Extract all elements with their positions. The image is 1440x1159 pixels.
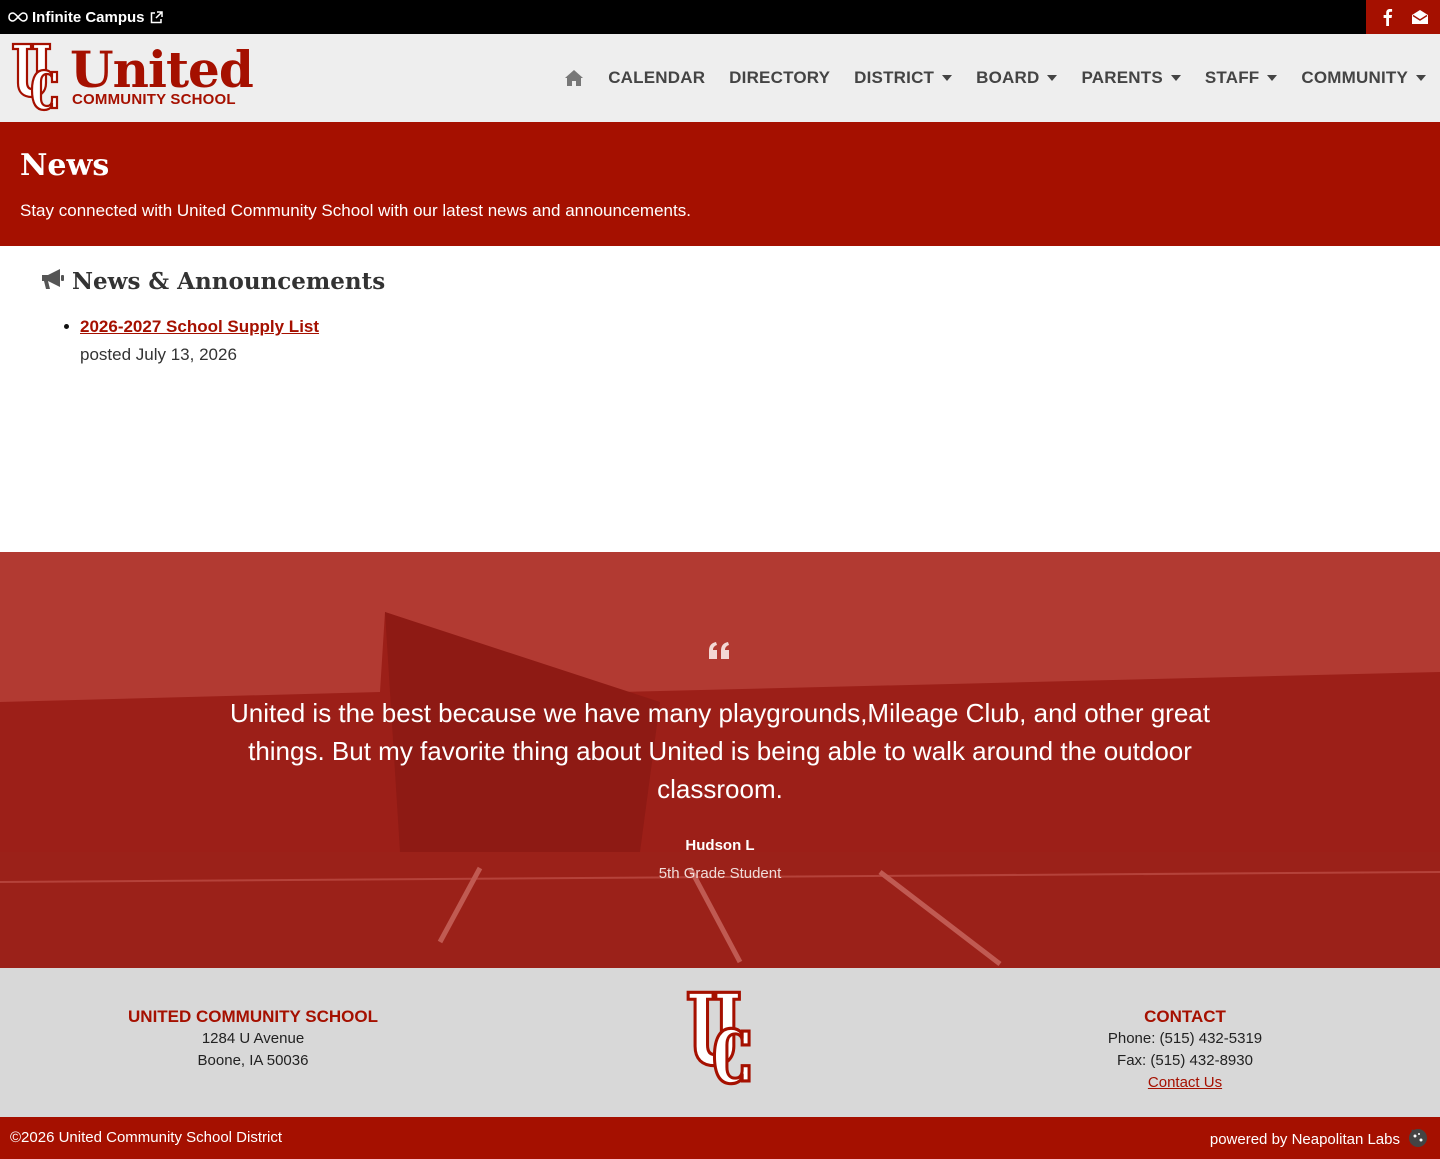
nav-community[interactable]: COMMUNITY	[1301, 68, 1426, 88]
home-icon[interactable]	[564, 69, 584, 87]
news-item-link[interactable]: 2026-2027 School Supply List	[80, 316, 319, 338]
facebook-icon[interactable]	[1376, 6, 1398, 28]
powered-by-link[interactable]: powered by Neapolitan Labs	[1210, 1125, 1430, 1155]
nav-parents-label: PARENTS	[1081, 68, 1163, 87]
nav-staff[interactable]: STAFF	[1205, 68, 1278, 88]
megaphone-icon	[40, 266, 66, 297]
footer-address-line1: 1284 U Avenue	[201, 1030, 305, 1047]
main-nav: CALENDAR DIRECTORY DISTRICT BOARD PARENT…	[564, 34, 1426, 122]
page-subtitle: Stay connected with United Community Sch…	[20, 201, 691, 220]
nav-calendar-label: CALENDAR	[608, 68, 706, 87]
footer-phone: Phone: (515) 432-5319	[1107, 1030, 1263, 1047]
caret-down-icon	[942, 75, 953, 81]
news-list: 2026-2027 School Supply List posted July…	[63, 316, 319, 366]
nav-directory-label: DIRECTORY	[729, 68, 831, 87]
quote-icon	[708, 642, 732, 665]
external-link-icon	[149, 10, 164, 25]
nav-directory[interactable]: DIRECTORY	[729, 68, 830, 88]
nav-parents[interactable]: PARENTS	[1081, 68, 1181, 88]
footer-contact: CONTACT Phone: (515) 432-5319 Fax: (515)…	[1035, 1006, 1335, 1094]
list-item: 2026-2027 School Supply List posted July…	[63, 316, 319, 366]
footer-address-line2: Boone, IA 50036	[197, 1052, 309, 1069]
email-icon[interactable]	[1409, 6, 1431, 28]
nav-calendar[interactable]: CALENDAR	[608, 68, 705, 88]
testimonial-role: 5th Grade Student	[658, 865, 782, 882]
nav-board-label: BOARD	[976, 68, 1040, 87]
infinite-campus-label: Infinite Campus	[32, 8, 145, 26]
logo-subtitle: COMMUNITY SCHOOL	[72, 91, 236, 108]
testimonial-quote: United is the best because we have many …	[230, 698, 1210, 804]
nav-board[interactable]: BOARD	[976, 68, 1058, 88]
school-logo[interactable]: United COMMUNITY SCHOOL	[10, 40, 254, 114]
social-links	[1366, 0, 1440, 34]
copyright-text: ©2026 United Community School District	[10, 1129, 282, 1146]
caret-down-icon	[1170, 75, 1181, 81]
infinity-icon	[8, 11, 28, 23]
site-footer: UNITED COMMUNITY SCHOOL 1284 U Avenue Bo…	[0, 968, 1440, 1117]
powered-by-label: powered by Neapolitan Labs	[1209, 1131, 1400, 1148]
nav-district[interactable]: DISTRICT	[854, 68, 953, 88]
nav-district-label: DISTRICT	[854, 68, 935, 87]
section-heading: News & Announcements	[40, 266, 385, 297]
page-title-band: News Stay connected with United Communit…	[0, 122, 1440, 246]
caret-down-icon	[1267, 75, 1278, 81]
page-title: News	[20, 148, 110, 183]
footer-address: UNITED COMMUNITY SCHOOL 1284 U Avenue Bo…	[103, 1006, 403, 1072]
main-content: News & Announcements 2026-2027 School Su…	[0, 246, 1440, 552]
uc-monogram-icon	[11, 42, 59, 112]
caret-down-icon	[1047, 75, 1058, 81]
site-header: United COMMUNITY SCHOOL CALENDAR DIRECTO…	[0, 34, 1440, 122]
top-utility-bar: Infinite Campus	[0, 0, 1440, 34]
section-title: News & Announcements	[72, 267, 386, 295]
caret-down-icon	[1416, 75, 1426, 81]
footer-contact-title: CONTACT	[1144, 1007, 1226, 1026]
infinite-campus-link[interactable]: Infinite Campus	[8, 0, 164, 34]
footer-uc-logo-icon	[684, 988, 756, 1093]
logo-title: United	[70, 40, 254, 99]
nav-staff-label: STAFF	[1204, 68, 1260, 87]
news-item-date: posted July 13, 2026	[80, 345, 237, 364]
testimonial-author: Hudson L	[685, 837, 755, 854]
contact-us-link[interactable]: Contact Us	[1148, 1074, 1222, 1091]
nav-community-label: COMMUNITY	[1301, 68, 1408, 87]
footer-fax: Fax: (515) 432-8930	[1117, 1052, 1253, 1069]
footer-school-name: UNITED COMMUNITY SCHOOL	[128, 1007, 378, 1026]
testimonial-section: United is the best because we have many …	[0, 552, 1440, 968]
bottom-bar: ©2026 United Community School District p…	[0, 1117, 1440, 1159]
neapolitan-labs-icon	[1406, 1125, 1430, 1155]
